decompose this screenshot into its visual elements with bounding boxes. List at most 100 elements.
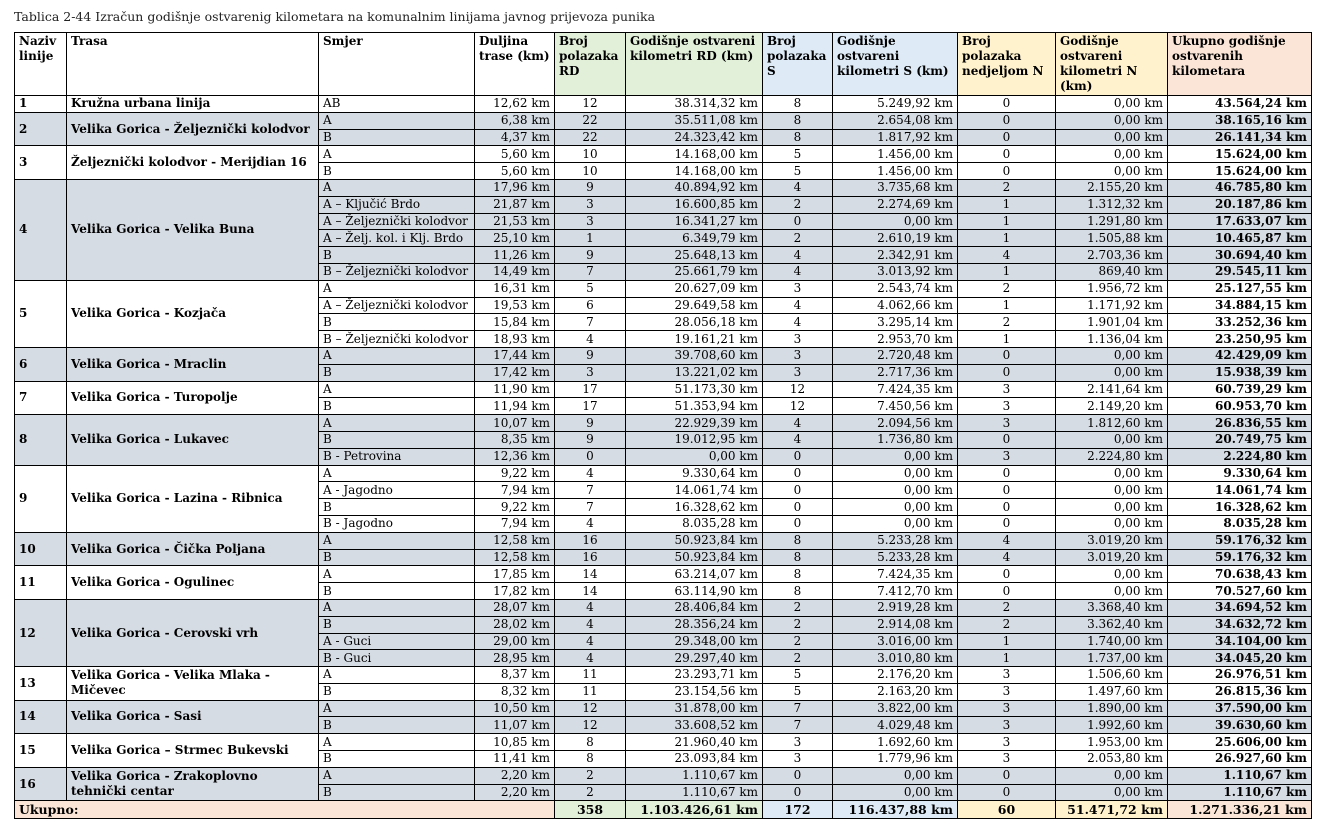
cell-polazaka-n: 1 [957,212,1056,231]
cell-ukupno: 59.176,32 km [1167,531,1312,550]
table-row: 1 Kružna urbana linija AB 12,62 km 12 38.314,… [14,95,1312,113]
cell-km-rd: 0,00 km [625,447,763,466]
cell-polazaka-n: 1 [957,649,1056,668]
cell-km-n: 2.141,64 km [1055,380,1168,399]
cell-duljina-trase: 11,90 km [474,380,555,399]
cell-polazaka-n: 0 [957,514,1056,533]
cell-polazaka-s: 2 [762,195,833,214]
cell-polazaka-rd: 4 [554,330,626,348]
cell-smjer: A [318,178,475,197]
table-row: 12 Velika Gorica - Cerovski vrh A 28,07 km 4… [14,598,1312,668]
cell-km-rd: 50.923,84 km [625,548,763,567]
cell-polazaka-s: 2 [762,632,833,651]
total-km-n: 51.471,72 km [1055,800,1168,820]
cell-km-n: 1.992,60 km [1055,716,1168,735]
cell-polazaka-s: 0 [762,766,833,785]
header-broj-polazaka-rd: Broj polazaka RD [554,32,626,96]
cell-polazaka-n: 0 [957,783,1056,802]
total-km-rd: 1.103.426,61 km [625,800,763,820]
cell-km-s: 7.424,35 km [832,565,958,584]
header-duljina-trase: Duljina trase (km) [474,32,555,96]
cell-polazaka-n: 4 [957,548,1056,567]
cell-polazaka-n: 1 [957,330,1056,348]
cell-ukupno: 70.527,60 km [1167,582,1312,600]
cell-km-rd: 8.035,28 km [625,514,763,533]
header-ukupno: Ukupno godišnje ostvarenih kilometara [1167,32,1312,96]
cell-smjer: A [318,346,475,365]
cell-km-rd: 50.923,84 km [625,531,763,550]
cell-smjer: A [318,464,475,483]
total-polazaka-s: 172 [762,800,833,820]
table-body: 1 Kružna urbana linija AB 12,62 km 12 38.314,… [14,95,1312,802]
line-number: 12 [14,598,67,668]
cell-ukupno: 20.187,86 km [1167,195,1312,214]
cell-polazaka-s: 3 [762,733,833,752]
cell-smjer: B [318,783,475,802]
cell-smjer: B – Željeznički kolodvor [318,330,475,348]
cell-polazaka-n: 0 [957,162,1056,180]
cell-ukupno: 46.785,80 km [1167,178,1312,197]
cell-ukupno: 29.545,11 km [1167,262,1312,281]
cell-km-s: 0,00 km [832,514,958,533]
cell-km-n: 1.901,04 km [1055,313,1168,332]
cell-polazaka-n: 1 [957,296,1056,315]
cell-polazaka-rd: 10 [554,162,626,180]
cell-duljina-trase: 17,82 km [474,582,555,600]
cell-km-s: 0,00 km [832,447,958,466]
line-route: Velika Gorica - Turopolje [66,380,319,416]
table-row: 16 Velika Gorica - Zrakoplovno tehnički c… [14,766,1312,802]
line-route: Velika Gorica - Lazina - Ribnica [66,464,319,533]
cell-polazaka-s: 8 [762,128,833,147]
cell-km-s: 4.029,48 km [832,716,958,735]
cell-polazaka-s: 4 [762,414,833,432]
cell-polazaka-s: 4 [762,313,833,332]
cell-km-s: 1.736,80 km [832,430,958,449]
line-number: 3 [14,145,67,180]
cell-ukupno: 43.564,24 km [1167,95,1312,113]
cell-ukupno: 26.927,60 km [1167,750,1312,768]
cell-polazaka-n: 2 [957,313,1056,332]
cell-ukupno: 2.224,80 km [1167,447,1312,466]
cell-polazaka-rd: 8 [554,733,626,752]
cell-km-rd: 6.349,79 km [625,229,763,248]
cell-km-rd: 28.356,24 km [625,615,763,634]
cell-ukupno: 38.165,16 km [1167,111,1312,130]
cell-km-n: 1.740,00 km [1055,632,1168,651]
cell-duljina-trase: 12,58 km [474,548,555,567]
cell-ukupno: 30.694,40 km [1167,246,1312,264]
cell-polazaka-rd: 3 [554,363,626,382]
cell-smjer: A – Ključić Brdo [318,195,475,214]
cell-polazaka-rd: 4 [554,649,626,668]
cell-ukupno: 15.624,00 km [1167,162,1312,180]
cell-km-rd: 28.406,84 km [625,598,763,617]
line-route: Velika Gorica - Cerovski vrh [66,598,319,668]
cell-km-n: 0,00 km [1055,363,1168,382]
cell-smjer: B [318,313,475,332]
cell-km-n: 1.171,92 km [1055,296,1168,315]
cell-polazaka-rd: 5 [554,279,626,298]
cell-km-rd: 25.661,79 km [625,262,763,281]
cell-km-rd: 1.110,67 km [625,766,763,785]
cell-km-rd: 51.353,94 km [625,397,763,416]
cell-km-s: 0,00 km [832,783,958,802]
cell-polazaka-s: 7 [762,716,833,735]
cell-polazaka-rd: 4 [554,615,626,634]
cell-km-rd: 25.648,13 km [625,246,763,264]
cell-ukupno: 1.110,67 km [1167,766,1312,785]
cell-ukupno: 37.590,00 km [1167,699,1312,718]
cell-km-n: 2.155,20 km [1055,178,1168,197]
cell-ukupno: 9.330,64 km [1167,464,1312,483]
cell-polazaka-n: 3 [957,682,1056,701]
cell-km-s: 1.456,00 km [832,162,958,180]
cell-polazaka-rd: 1 [554,229,626,248]
cell-km-s: 1.779,96 km [832,750,958,768]
cell-km-n: 2.224,80 km [1055,447,1168,466]
table-row: 10 Velika Gorica - Čička Poljana A 12,58 km… [14,531,1312,567]
cell-polazaka-s: 0 [762,212,833,231]
cell-smjer: AB [318,95,475,113]
cell-polazaka-rd: 7 [554,498,626,516]
cell-km-n: 1.737,00 km [1055,649,1168,668]
cell-smjer: B [318,498,475,516]
kilometers-table: Naziv linije Trasa Smjer Duljina trase (… [14,32,1312,820]
cell-polazaka-rd: 12 [554,699,626,718]
